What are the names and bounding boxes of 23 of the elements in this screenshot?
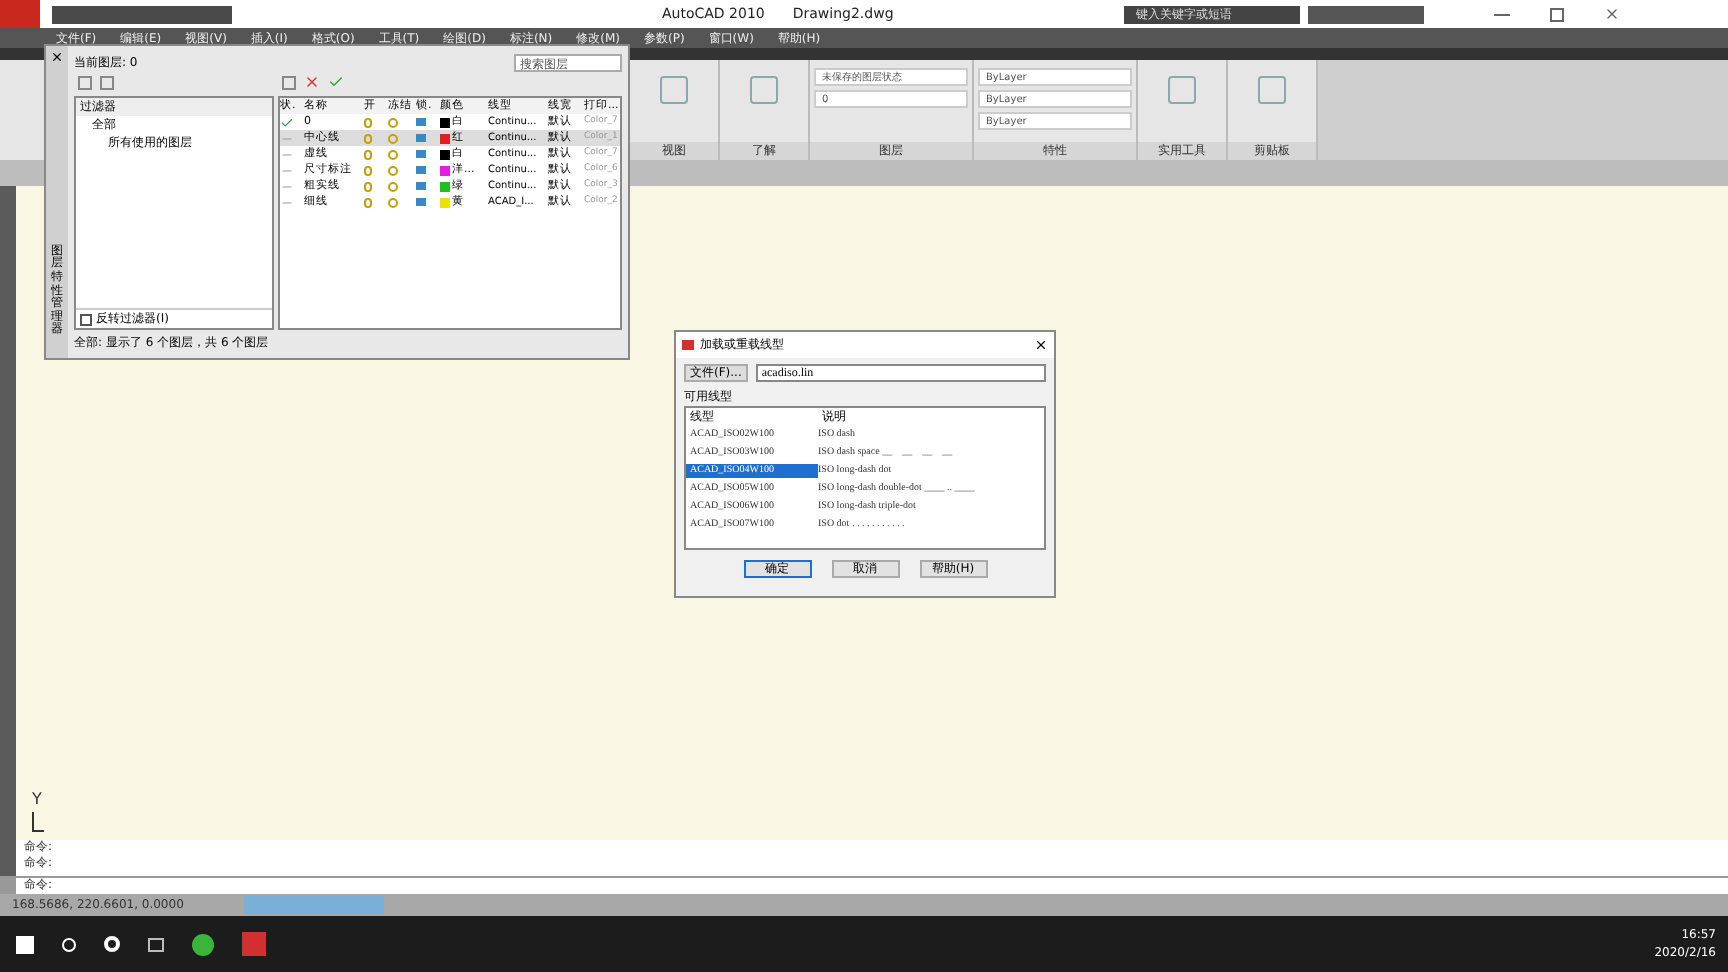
drafting-toolbar <box>243 896 384 914</box>
color-swatch[interactable] <box>440 197 450 208</box>
help-toolbar <box>1307 5 1424 23</box>
y-axis-label: Y <box>32 788 44 812</box>
color-swatch[interactable] <box>440 165 450 176</box>
minimize-icon[interactable] <box>1493 13 1510 15</box>
close-icon[interactable] <box>1034 338 1048 352</box>
ucs-icon <box>32 812 44 832</box>
ribbon-tool-icon[interactable] <box>750 76 778 104</box>
maximize-icon[interactable] <box>1549 7 1564 21</box>
color-swatch[interactable] <box>440 117 450 128</box>
app-icon[interactable] <box>192 933 214 955</box>
ribbon-tool-icon[interactable] <box>1258 76 1286 104</box>
delete-icon[interactable] <box>304 74 320 90</box>
set-current-icon[interactable] <box>328 74 344 90</box>
color-swatch[interactable] <box>440 133 450 144</box>
color-swatch[interactable] <box>440 181 450 192</box>
ribbon-tool-icon[interactable] <box>660 76 688 104</box>
invert-filter-checkbox[interactable] <box>80 313 92 325</box>
color-swatch[interactable] <box>440 149 450 160</box>
close-icon[interactable] <box>50 50 64 64</box>
app-logo-icon <box>682 340 694 350</box>
ribbon-tool-icon[interactable] <box>1168 76 1196 104</box>
